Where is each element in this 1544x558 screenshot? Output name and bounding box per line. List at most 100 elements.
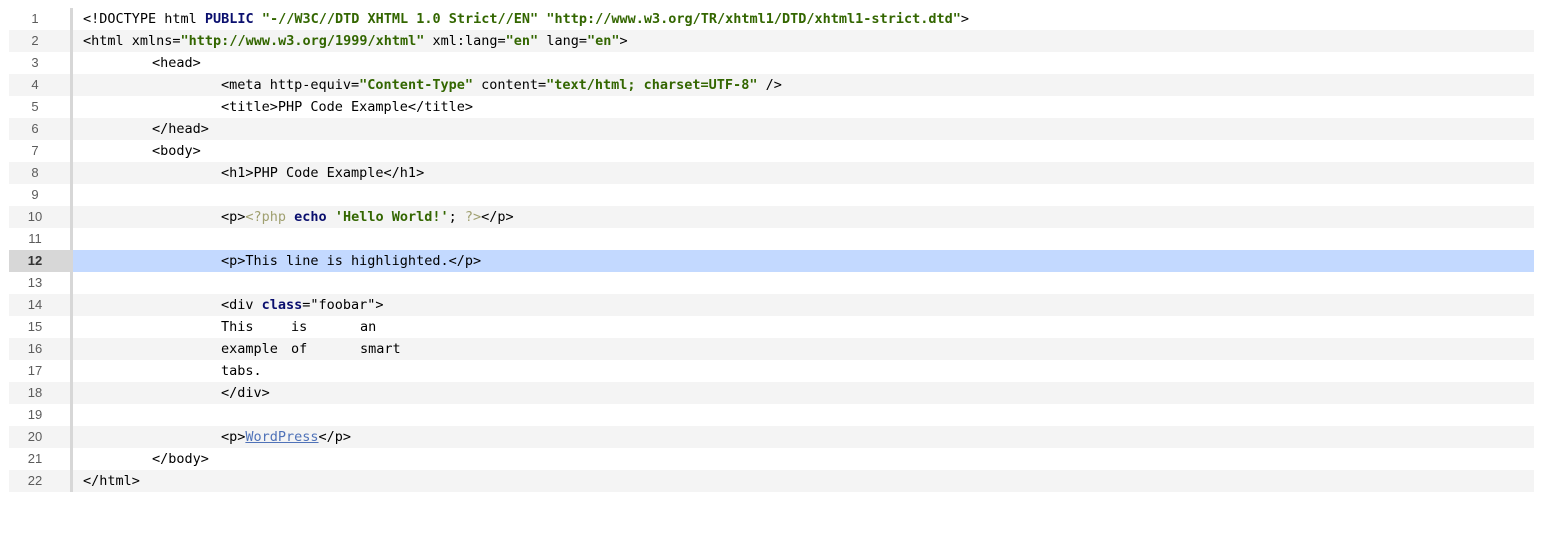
line-number: 1	[9, 8, 73, 30]
code-content: </head>	[152, 121, 209, 137]
code-line: 4 <meta http-equiv="Content-Type" conten…	[9, 74, 1534, 96]
code-content: <p>This line is highlighted.</p>	[221, 253, 482, 269]
code-token: />	[757, 77, 782, 93]
line-number: 2	[9, 30, 73, 52]
line-number: 12	[9, 250, 73, 272]
line-number: 17	[9, 360, 73, 382]
code-token: ;	[448, 209, 465, 225]
line-number: 7	[9, 140, 73, 162]
code-token: <html xmlns=	[83, 33, 181, 49]
code-content: <title>PHP Code Example</title>	[221, 99, 473, 115]
code-line: 7 <body>	[9, 140, 1534, 162]
line-number: 21	[9, 448, 73, 470]
code-line: 1 <!DOCTYPE html PUBLIC "-//W3C//DTD XHT…	[9, 8, 1534, 30]
code-content: <!DOCTYPE html PUBLIC "-//W3C//DTD XHTML…	[83, 8, 969, 30]
code-string: "http://www.w3.org/1999/xhtml"	[180, 33, 425, 49]
code-keyword: PUBLIC	[204, 11, 254, 27]
code-line: 14 <div class="foobar">	[9, 294, 1534, 316]
code-content: <body>	[152, 143, 201, 159]
code-token: xml:lang=	[424, 33, 506, 49]
line-number: 3	[9, 52, 73, 74]
code-content: <p><?php echo 'Hello World!'; ?></p>	[221, 206, 514, 228]
php-open-tag: <?php	[245, 209, 287, 225]
code-token: ="foobar">	[302, 297, 384, 313]
code-line-highlighted: 12 <p>This line is highlighted.</p>	[9, 250, 1534, 272]
line-number: 19	[9, 404, 73, 426]
code-content: </body>	[152, 451, 209, 467]
code-line: 5 <title>PHP Code Example</title>	[9, 96, 1534, 118]
wordpress-link[interactable]: WordPress	[245, 429, 318, 445]
code-token: of	[291, 341, 308, 357]
line-number: 15	[9, 316, 73, 338]
code-line: 6 </head>	[9, 118, 1534, 140]
code-content: <p>WordPress</p>	[221, 426, 351, 448]
code-token: lang=	[538, 33, 587, 49]
code-line: 17 tabs.	[9, 360, 1534, 382]
code-string: "-//W3C//DTD XHTML 1.0 Strict//EN"	[261, 11, 539, 27]
line-number: 18	[9, 382, 73, 404]
line-number: 6	[9, 118, 73, 140]
code-token: <p>	[221, 429, 246, 445]
line-number: 20	[9, 426, 73, 448]
code-line: 22 </html>	[9, 470, 1534, 492]
code-line: 21 </body>	[9, 448, 1534, 470]
code-token: </p>	[318, 429, 352, 445]
code-string: "en"	[586, 33, 620, 49]
code-content: </div>	[221, 385, 270, 401]
line-number: 13	[9, 272, 73, 294]
line-number: 9	[9, 184, 73, 206]
code-content: example of smart	[221, 338, 401, 360]
code-content: This is an	[221, 316, 376, 338]
code-content: </html>	[83, 473, 140, 489]
code-token: <p>	[221, 209, 246, 225]
code-content: tabs.	[221, 363, 262, 379]
code-content: <div class="foobar">	[221, 294, 384, 316]
code-content: <meta http-equiv="Content-Type" content=…	[221, 74, 782, 96]
code-string: "http://www.w3.org/TR/xhtml1/DTD/xhtml1-…	[546, 11, 961, 27]
code-token: >	[619, 33, 628, 49]
code-line: 16 example of smart	[9, 338, 1534, 360]
code-token: >	[960, 11, 969, 27]
code-content: <html xmlns="http://www.w3.org/1999/xhtm…	[83, 30, 628, 52]
code-string: "text/html; charset=UTF-8"	[546, 77, 758, 93]
line-number: 11	[9, 228, 73, 250]
code-line: 10 <p><?php echo 'Hello World!'; ?></p>	[9, 206, 1534, 228]
code-line: 9	[9, 184, 1534, 206]
code-line: 19	[9, 404, 1534, 426]
code-string: "en"	[505, 33, 539, 49]
code-token: <meta http-equiv=	[221, 77, 360, 93]
code-content: <h1>PHP Code Example</h1>	[221, 165, 425, 181]
code-viewer: 1 <!DOCTYPE html PUBLIC "-//W3C//DTD XHT…	[9, 8, 1534, 492]
code-token: is	[291, 319, 308, 335]
code-keyword: class	[261, 297, 303, 313]
line-number: 4	[9, 74, 73, 96]
code-keyword: echo	[294, 209, 327, 225]
code-token: an	[360, 319, 377, 335]
code-line: 3 <head>	[9, 52, 1534, 74]
code-line: 2 <html xmlns="http://www.w3.org/1999/xh…	[9, 30, 1534, 52]
code-token: example	[221, 341, 278, 357]
code-line: 20 <p>WordPress</p>	[9, 426, 1534, 448]
code-string: "Content-Type"	[359, 77, 473, 93]
code-token: <!DOCTYPE html	[83, 11, 205, 27]
line-number: 10	[9, 206, 73, 228]
line-number: 16	[9, 338, 73, 360]
code-line: 11	[9, 228, 1534, 250]
code-string: 'Hello World!'	[334, 209, 449, 225]
line-number: 14	[9, 294, 73, 316]
code-line: 18 </div>	[9, 382, 1534, 404]
code-token: This	[221, 319, 254, 335]
php-close-tag: ?>	[464, 209, 482, 225]
code-line: 15 This is an	[9, 316, 1534, 338]
code-token: content=	[472, 77, 547, 93]
code-token: </p>	[481, 209, 514, 225]
code-line: 8 <h1>PHP Code Example</h1>	[9, 162, 1534, 184]
line-number: 5	[9, 96, 73, 118]
line-number: 22	[9, 470, 73, 492]
code-token: <div	[221, 297, 262, 313]
code-content: <head>	[152, 55, 201, 71]
line-number: 8	[9, 162, 73, 184]
